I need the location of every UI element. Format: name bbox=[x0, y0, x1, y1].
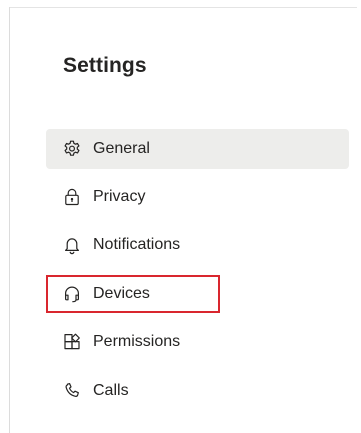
lock-icon bbox=[62, 187, 82, 207]
nav-item-privacy[interactable]: Privacy bbox=[46, 177, 349, 217]
nav-label-devices: Devices bbox=[93, 285, 150, 302]
nav-label-calls: Calls bbox=[93, 382, 129, 399]
page-title: Settings bbox=[63, 54, 147, 77]
nav-item-devices[interactable]: Devices bbox=[46, 274, 349, 314]
gear-icon bbox=[62, 139, 82, 159]
nav-item-permissions[interactable]: Permissions bbox=[46, 322, 349, 362]
phone-icon bbox=[62, 381, 82, 401]
bell-icon bbox=[62, 235, 82, 255]
apps-icon bbox=[62, 332, 82, 352]
nav-label-permissions: Permissions bbox=[93, 333, 181, 350]
nav-label-privacy: Privacy bbox=[93, 188, 146, 205]
nav-item-calls[interactable]: Calls bbox=[46, 371, 349, 411]
nav-label-general: General bbox=[93, 140, 150, 157]
nav-label-notifications: Notifications bbox=[93, 236, 181, 253]
nav-item-general[interactable]: General bbox=[46, 129, 349, 169]
top-divider bbox=[10, 7, 357, 8]
settings-panel: Settings General Privacy Notifications D… bbox=[0, 0, 361, 433]
left-divider bbox=[9, 7, 10, 433]
nav-item-notifications[interactable]: Notifications bbox=[46, 225, 349, 265]
headset-icon bbox=[62, 284, 82, 304]
